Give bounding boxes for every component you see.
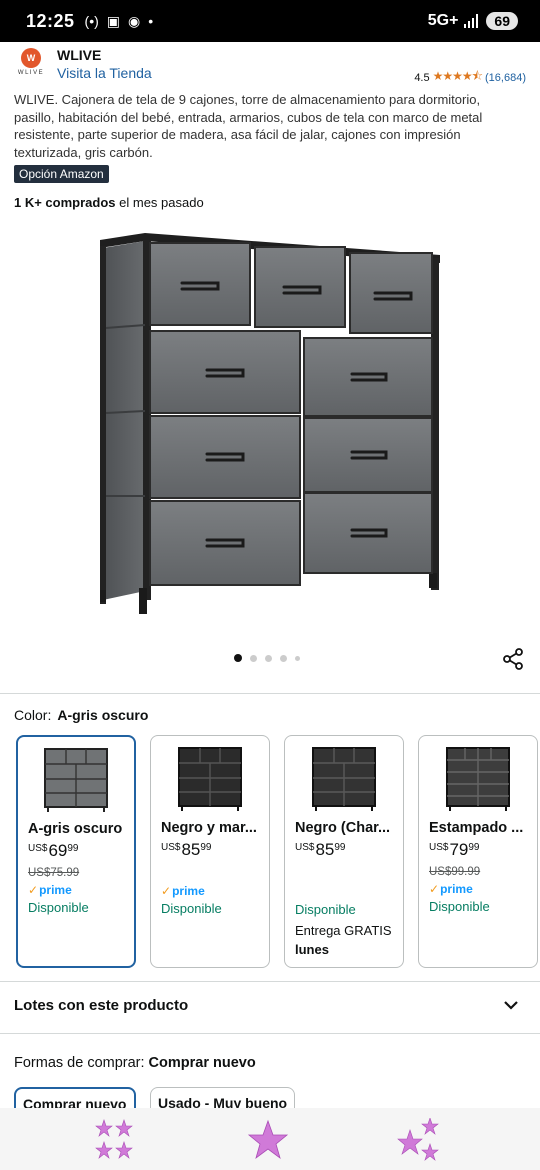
divider — [0, 1033, 540, 1034]
rating-stars-icon: ★★★★⯪ — [432, 69, 483, 83]
delivery-text: Entrega GRATIS — [295, 923, 392, 938]
swatch-list-price: US$99.99 — [429, 866, 481, 878]
swatch-thumbnail — [446, 747, 510, 811]
ways-to-buy: Formas de comprar: Comprar nuevo — [14, 1055, 256, 1071]
color-swatch-negro-charcoal[interactable]: Negro (Char... US$ 85 99 Disponible Entreg… — [284, 735, 404, 968]
brand-logo-text: WLIVE — [17, 70, 45, 76]
product-title: WLIVE. Cajonera de tela de 9 cajones, to… — [14, 92, 483, 160]
color-selection-label: Color: A-gris oscuro — [14, 707, 148, 723]
color-label-prefix: Color: — [14, 707, 52, 723]
screenshot-icon: ▣ — [106, 12, 121, 29]
swatch-availability: Disponible — [28, 900, 89, 915]
pagination-dot[interactable] — [234, 654, 242, 662]
swatch-availability: Disponible — [429, 899, 490, 914]
swatch-name: A-gris oscuro — [28, 821, 123, 837]
bought-count-bold: 1 K+ comprados — [14, 195, 116, 210]
price-cents: 99 — [200, 842, 212, 853]
pagination-dot[interactable] — [280, 654, 287, 662]
divider — [0, 693, 540, 694]
brand-logo-mark-icon: W — [21, 48, 41, 68]
battery-indicator: 69 — [486, 12, 518, 30]
swatch-availability: Disponible — [161, 901, 222, 916]
product-image[interactable] — [95, 228, 445, 618]
brand-row: W WLIVE WLIVE Visita la Tienda 4.5 ★★★★⯪… — [14, 46, 526, 86]
bought-count-rest: el mes pasado — [119, 195, 204, 210]
prime-label: prime — [39, 883, 72, 897]
swatch-price: US$ 85 99 — [295, 840, 393, 860]
sparkles-icon[interactable] — [94, 1118, 138, 1162]
swatch-thumbnail — [312, 747, 376, 811]
star-icon[interactable] — [246, 1118, 290, 1162]
network-label: 5G+ — [427, 12, 459, 29]
prime-check-icon: ✓ — [161, 884, 172, 898]
pagination-dot[interactable] — [265, 654, 272, 662]
share-icon[interactable] — [502, 648, 524, 670]
price-whole: 85 — [315, 840, 335, 859]
chevron-down-icon[interactable] — [502, 996, 520, 1014]
swatch-price: US$ 69 99 — [28, 841, 124, 861]
visit-store-link[interactable]: Visita la Tienda — [57, 65, 152, 81]
status-right: 5G+ 69 — [428, 12, 518, 30]
swatch-delivery: Entrega GRATIS lunes — [295, 921, 393, 959]
prime-badge: ✓ prime — [28, 883, 124, 897]
ways-to-buy-label: Formas de comprar: — [14, 1055, 145, 1071]
sparkle-stars-icon[interactable] — [396, 1118, 440, 1162]
swatch-list-price: US$75.99 — [28, 867, 80, 879]
swatch-name: Negro y mar... — [161, 820, 257, 836]
app-notification-icon: ◉ — [128, 12, 141, 29]
rating-count[interactable]: (16,684) — [485, 72, 526, 84]
price-currency: US$ — [429, 842, 449, 853]
swatch-price: US$ 85 99 — [161, 840, 259, 860]
status-time: 12:25 — [26, 10, 75, 31]
price-whole: 69 — [48, 841, 68, 860]
swatch-availability: Disponible — [295, 902, 356, 917]
ways-to-buy-value: Comprar nuevo — [148, 1055, 256, 1071]
prime-check-icon: ✓ — [429, 882, 440, 896]
color-selected-value: A-gris oscuro — [57, 707, 149, 723]
pagination-dot[interactable] — [250, 654, 257, 662]
brand-logo[interactable]: W WLIVE — [14, 46, 48, 82]
swatch-name: Estampado ... — [429, 820, 524, 836]
bundles-section-title[interactable]: Lotes con este producto — [14, 997, 188, 1014]
bottom-sparkle-bar — [0, 1108, 540, 1170]
swatch-name: Negro (Char... — [295, 820, 391, 836]
hotspot-icon: (•) — [84, 13, 99, 29]
price-cents: 99 — [67, 843, 79, 854]
prime-check-icon: ✓ — [28, 883, 39, 897]
status-notification-icons: (•) ▣ ◉ • — [85, 13, 154, 30]
pagination-dot[interactable] — [295, 655, 300, 661]
divider — [0, 981, 540, 982]
rating-value: 4.5 — [414, 71, 430, 84]
price-cents: 99 — [468, 842, 480, 853]
price-currency: US$ — [161, 842, 181, 853]
brand-name[interactable]: WLIVE — [57, 47, 101, 63]
price-whole: 79 — [449, 840, 469, 859]
more-dot-icon: • — [148, 13, 154, 29]
color-swatch-negro-y-marron[interactable]: Negro y mar... US$ 85 99 ✓ prime Disponible — [150, 735, 270, 968]
price-whole: 85 — [181, 840, 201, 859]
price-currency: US$ — [28, 843, 48, 854]
price-currency: US$ — [295, 842, 315, 853]
prime-badge: ✓ prime — [161, 884, 259, 898]
bought-count: 1 K+ comprados el mes pasado — [14, 195, 204, 210]
prime-badge: ✓ prime — [429, 882, 527, 896]
signal-icon — [464, 14, 479, 28]
color-swatch-a-gris-oscuro[interactable]: A-gris oscuro US$ 69 99 US$75.99 ✓ prime Di… — [16, 735, 136, 968]
swatch-thumbnail — [44, 748, 108, 812]
prime-label: prime — [172, 884, 205, 898]
color-swatch-estampado[interactable]: Estampado ... US$ 79 99 US$99.99 ✓ prime Di… — [418, 735, 538, 968]
swatch-price: US$ 79 99 — [429, 840, 527, 860]
price-cents: 99 — [334, 842, 346, 853]
image-pagination[interactable] — [234, 654, 300, 662]
delivery-day: lunes — [295, 942, 329, 957]
rating-summary[interactable]: 4.5 ★★★★⯪ (16,684) — [414, 67, 526, 88]
amazon-choice-badge: Opción Amazon — [14, 165, 109, 183]
status-bar: 12:25 (•) ▣ ◉ • 5G+ 69 — [0, 0, 540, 42]
prime-label: prime — [440, 882, 473, 896]
swatch-thumbnail — [178, 747, 242, 811]
